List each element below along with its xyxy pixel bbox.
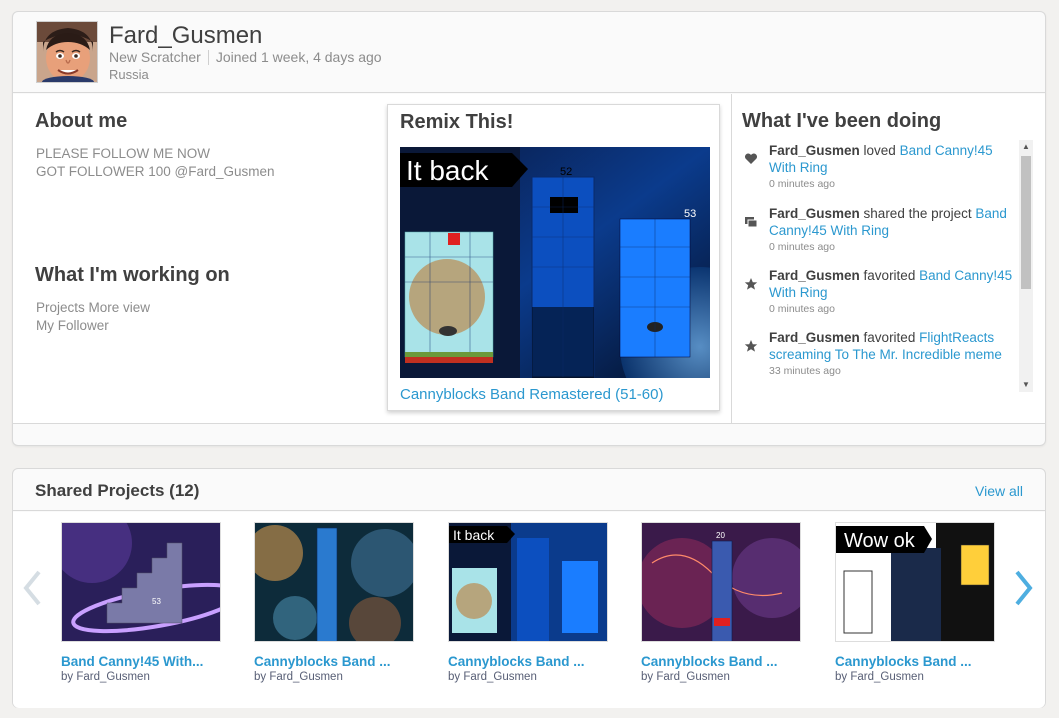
project-thumb-label: Wow ok: [844, 530, 916, 552]
activity-title: What I've been doing: [742, 110, 942, 132]
activity-text: Fard_Gusmen shared the project Band Cann…: [769, 205, 1020, 255]
scroll-down-arrow-icon[interactable]: ▼: [1019, 378, 1033, 392]
project-thumbnail[interactable]: Wow ok: [835, 522, 995, 642]
activity-text: Fard_Gusmen loved Band Canny!45 With Rin…: [769, 142, 1020, 192]
project-card[interactable]: Wow ok Cannyblocks Band ... by Fard_Gusm…: [835, 522, 995, 683]
user-location: Russia: [109, 67, 149, 82]
scroll-up-arrow-icon[interactable]: ▲: [1019, 140, 1033, 154]
shared-icon: [744, 215, 758, 229]
featured-project: Remix This! It back 52 53 Cannyblocks Ba…: [387, 104, 720, 411]
activity-time: 0 minutes ago: [769, 178, 835, 190]
username: Fard_Gusmen: [109, 22, 263, 49]
star-icon: [744, 277, 758, 291]
profile-header: Fard_Gusmen New Scratcher Joined 1 week, …: [13, 12, 1045, 93]
about-line: PLEASE FOLLOW ME NOW: [36, 146, 211, 161]
project-thumb-badge: 20: [716, 531, 725, 540]
activity-time: 33 minutes ago: [769, 365, 841, 377]
featured-thumbnail[interactable]: It back 52 53: [400, 147, 710, 378]
project-title-link[interactable]: Cannyblocks Band ...: [835, 654, 1000, 669]
activity-time: 0 minutes ago: [769, 241, 835, 253]
activity-scrollbar[interactable]: ▲ ▼: [1019, 140, 1033, 392]
activity-user-link[interactable]: Fard_Gusmen: [769, 143, 860, 158]
shared-projects-title: Shared Projects (12): [35, 481, 200, 500]
project-owner[interactable]: by Fard_Gusmen: [641, 671, 801, 683]
project-title-link[interactable]: Cannyblocks Band ...: [254, 654, 419, 669]
activity-action: favorited: [863, 330, 916, 345]
shared-projects-carousel: 53 Band Canny!45 With... by Fard_Gusmen …: [13, 512, 1045, 708]
project-owner[interactable]: by Fard_Gusmen: [61, 671, 221, 683]
activity-text: Fard_Gusmen favorited Band Canny!45 With…: [769, 267, 1020, 317]
shared-projects-box: Shared Projects (12) View all 53 Band Ca…: [12, 468, 1046, 708]
project-thumbnail[interactable]: 53: [61, 522, 221, 642]
project-title-link[interactable]: Cannyblocks Band ...: [448, 654, 613, 669]
column-divider: [731, 94, 732, 424]
project-thumbnail[interactable]: 20: [641, 522, 801, 642]
activity-action: shared the project: [863, 206, 972, 221]
shared-projects-header: Shared Projects (12) View all: [13, 469, 1045, 511]
featured-title: Remix This!: [400, 111, 514, 133]
activity-action: favorited: [863, 268, 916, 283]
activity-list: Fard_Gusmen loved Band Canny!45 With Rin…: [740, 139, 1020, 393]
working-text[interactable]: Projects More view My Follower: [36, 299, 150, 335]
project-card[interactable]: Cannyblocks Band ... by Fard_Gusmen: [254, 522, 414, 683]
activity-text: Fard_Gusmen favorited FlightReacts screa…: [769, 329, 1020, 379]
working-line: Projects More view: [36, 300, 151, 315]
project-thumb-label: It back: [453, 527, 495, 543]
project-card[interactable]: It back Cannyblocks Band ... by Fard_Gus…: [448, 522, 608, 683]
activity-user-link[interactable]: Fard_Gusmen: [769, 206, 860, 221]
project-card[interactable]: 53 Band Canny!45 With... by Fard_Gusmen: [61, 522, 221, 683]
user-joined: Joined 1 week, 4 days ago: [215, 49, 382, 65]
scroll-thumb[interactable]: [1021, 156, 1031, 289]
about-line: GOT FOLLOWER 100 @Fard_Gusmen: [36, 164, 275, 179]
user-meta: New Scratcher Joined 1 week, 4 days ago: [109, 49, 382, 65]
meta-separator: [207, 50, 209, 65]
project-owner[interactable]: by Fard_Gusmen: [835, 671, 995, 683]
project-owner[interactable]: by Fard_Gusmen: [254, 671, 414, 683]
carousel-prev-chevron-icon[interactable]: [21, 568, 43, 608]
working-line: My Follower: [36, 318, 109, 333]
activity-action: loved: [863, 143, 896, 158]
carousel-next-chevron-icon[interactable]: [1013, 568, 1035, 608]
featured-thumb-number: 52: [560, 166, 572, 178]
project-thumbnail[interactable]: It back: [448, 522, 608, 642]
view-all-link[interactable]: View all: [975, 483, 1023, 499]
project-title-link[interactable]: Cannyblocks Band ...: [641, 654, 806, 669]
profile-box: Fard_Gusmen New Scratcher Joined 1 week, …: [12, 11, 1046, 446]
project-thumbnail[interactable]: [254, 522, 414, 642]
featured-thumb-label: It back: [406, 155, 489, 186]
project-card[interactable]: 20 Cannyblocks Band ... by Fard_Gusmen: [641, 522, 801, 683]
activity-time: 0 minutes ago: [769, 303, 835, 315]
avatar[interactable]: [36, 21, 98, 83]
user-status: New Scratcher: [109, 49, 201, 65]
heart-icon: [744, 152, 758, 166]
featured-caption-link[interactable]: Cannyblocks Band Remastered (51-60): [400, 386, 663, 403]
project-owner[interactable]: by Fard_Gusmen: [448, 671, 608, 683]
activity-user-link[interactable]: Fard_Gusmen: [769, 268, 860, 283]
about-text[interactable]: PLEASE FOLLOW ME NOW GOT FOLLOWER 100 @F…: [36, 145, 275, 181]
featured-thumb-number: 53: [684, 208, 696, 220]
star-icon: [744, 339, 758, 353]
project-title-link[interactable]: Band Canny!45 With...: [61, 654, 226, 669]
activity-user-link[interactable]: Fard_Gusmen: [769, 330, 860, 345]
profile-body: About me PLEASE FOLLOW ME NOW GOT FOLLOW…: [13, 94, 1045, 424]
project-thumb-badge: 53: [152, 597, 161, 606]
about-title: About me: [35, 110, 128, 132]
working-title: What I'm working on: [35, 264, 230, 286]
